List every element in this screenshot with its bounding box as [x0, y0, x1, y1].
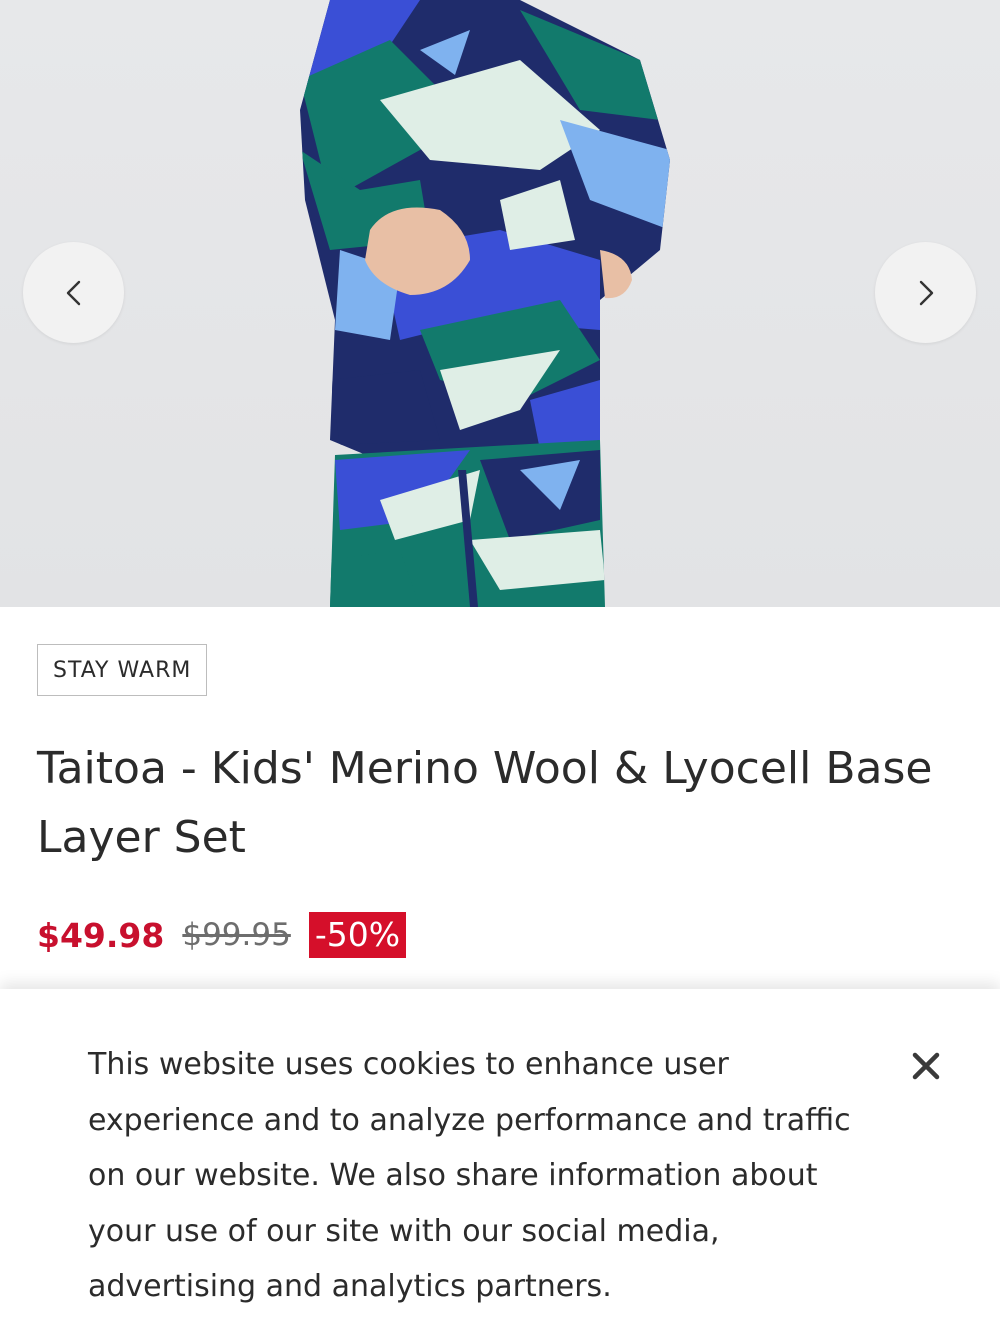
product-image-carousel[interactable]	[0, 0, 1000, 607]
product-image	[300, 0, 670, 607]
cookie-close-button[interactable]	[904, 1044, 948, 1088]
cookie-message: This website uses cookies to enhance use…	[88, 1047, 851, 1304]
product-title: Taitoa - Kids' Merino Wool & Lyocell Bas…	[37, 743, 933, 863]
carousel-next-button[interactable]	[875, 242, 976, 343]
price-row: $49.98 $99.95 -50%	[37, 912, 407, 958]
original-price: $99.95	[182, 917, 291, 953]
chevron-right-icon	[919, 280, 933, 305]
cookie-banner: This website uses cookies to enhance use…	[0, 989, 1000, 1333]
close-icon	[912, 1052, 940, 1080]
sale-price: $49.98	[37, 915, 165, 955]
product-tag-badge: STAY WARM	[37, 644, 208, 696]
product-page: STAY WARM Taitoa - Kids' Merino Wool & L…	[0, 0, 1000, 1333]
discount-badge: -50%	[308, 912, 407, 958]
carousel-prev-button[interactable]	[23, 242, 124, 343]
chevron-left-icon	[66, 280, 80, 305]
